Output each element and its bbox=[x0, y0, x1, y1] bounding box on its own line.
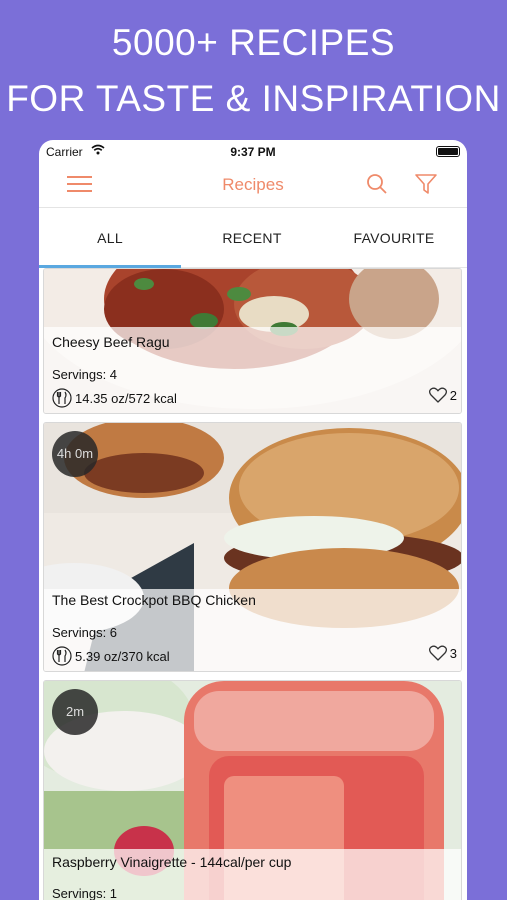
recipe-name: Raspberry Vinaigrette - 144cal/per cup bbox=[52, 854, 292, 870]
recipe-nutrition-text: 14.35 oz/572 kcal bbox=[75, 390, 177, 406]
heart-icon[interactable] bbox=[428, 645, 447, 661]
tab-all[interactable]: ALL bbox=[39, 208, 181, 268]
status-bar: Carrier 9:37 PM bbox=[39, 140, 467, 164]
headline-line-2: FOR TASTE & INSPIRATION bbox=[6, 78, 501, 119]
tab-favourite[interactable]: FAVOURITE bbox=[323, 208, 465, 268]
phone-screen: Carrier 9:37 PM Recipes ALL RECENT FAVOU… bbox=[39, 140, 467, 900]
recipe-nutrition: 5.39 oz/370 kcal bbox=[52, 646, 170, 666]
tab-recent[interactable]: RECENT bbox=[181, 208, 323, 268]
likes[interactable]: 2 bbox=[428, 387, 457, 403]
recipe-nutrition-text: 5.39 oz/370 kcal bbox=[75, 648, 170, 664]
recipe-name: Cheesy Beef Ragu bbox=[52, 334, 170, 350]
cook-time-badge: 2m bbox=[52, 689, 98, 735]
battery-icon bbox=[436, 146, 460, 157]
likes-count: 2 bbox=[449, 387, 457, 403]
recipe-card[interactable]: 4h 0m The Best Crockpot BBQ Chicken Serv… bbox=[43, 422, 462, 672]
recipe-name: The Best Crockpot BBQ Chicken bbox=[52, 592, 256, 608]
recipe-list: Cheesy Beef Ragu Servings: 4 14.35 oz/57… bbox=[39, 268, 467, 900]
headline-line-1: 5000+ RECIPES bbox=[111, 22, 396, 63]
recipe-servings: Servings: 4 bbox=[52, 367, 118, 382]
fork-knife-icon bbox=[52, 646, 72, 666]
likes-count: 3 bbox=[449, 645, 457, 661]
recipe-card[interactable]: Cheesy Beef Ragu Servings: 4 14.35 oz/57… bbox=[43, 268, 462, 414]
recipe-nutrition: 14.35 oz/572 kcal bbox=[52, 388, 177, 408]
navigation-bar: Recipes bbox=[39, 164, 467, 208]
fork-knife-icon bbox=[52, 388, 72, 408]
recipe-servings: Servings: 1 bbox=[52, 886, 118, 900]
likes[interactable]: 3 bbox=[428, 645, 457, 661]
search-icon[interactable] bbox=[365, 172, 389, 201]
recipe-servings: Servings: 6 bbox=[52, 625, 118, 640]
cook-time-badge: 4h 0m bbox=[52, 431, 98, 477]
page-title: Recipes bbox=[222, 175, 284, 194]
heart-icon[interactable] bbox=[428, 387, 447, 403]
recipe-card[interactable]: 2m Raspberry Vinaigrette - 144cal/per cu… bbox=[43, 680, 462, 900]
status-time: 9:37 PM bbox=[230, 145, 276, 159]
tab-bar: ALL RECENT FAVOURITE bbox=[39, 208, 467, 268]
filter-icon[interactable] bbox=[414, 172, 438, 201]
